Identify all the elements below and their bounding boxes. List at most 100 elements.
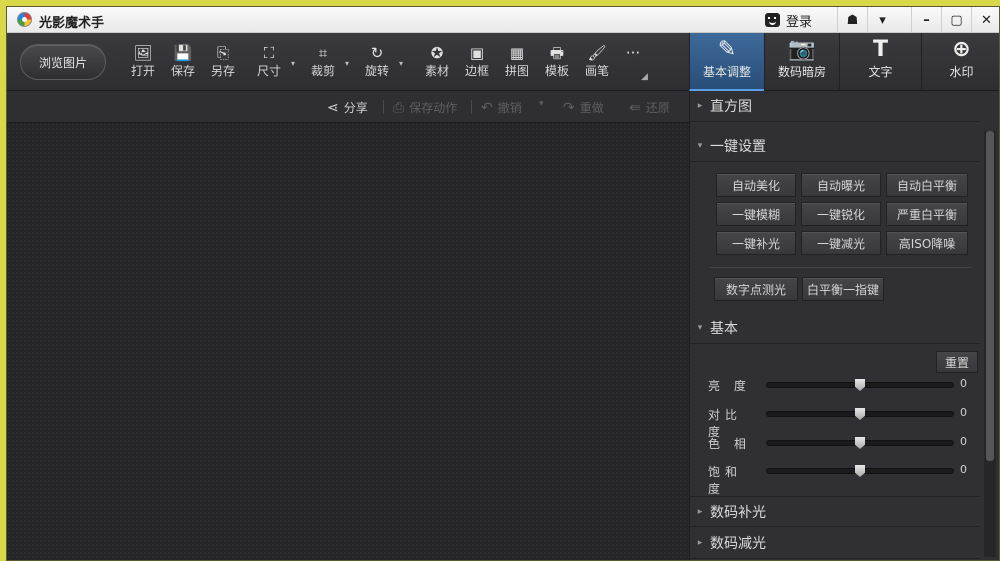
login-label: 登录 xyxy=(786,14,813,30)
watermark-icon: ⊕ xyxy=(952,37,971,62)
panel-scrollbar-thumb[interactable] xyxy=(986,131,994,461)
grid-icon: ▦ xyxy=(509,44,525,62)
close-button[interactable]: ✕ xyxy=(971,7,999,33)
app-logo-icon xyxy=(17,12,32,27)
resize-icon: ⛶ xyxy=(263,44,275,62)
brush-icon: 🖌 xyxy=(587,44,607,62)
tab-digital-darkroom[interactable]: 📷 数码暗房 xyxy=(764,33,839,91)
save-button[interactable]: 💾 保存 xyxy=(163,43,203,85)
undo-button[interactable]: ↶ 撤销 xyxy=(481,99,522,116)
expand-corner-icon[interactable]: ◢ xyxy=(641,72,648,82)
contrast-value: 0 xyxy=(960,406,967,419)
save-icon: 💾 xyxy=(173,44,193,62)
template-button[interactable]: 🖶 模板 xyxy=(537,43,577,85)
brightness-slider-thumb[interactable] xyxy=(855,379,865,391)
smiley-icon xyxy=(765,13,780,27)
reset-button[interactable]: 重置 xyxy=(936,351,978,373)
collapsed-arrow-icon: ▸ xyxy=(697,101,703,111)
star-icon: ✪ xyxy=(430,44,444,62)
expanded-arrow-icon: ▾ xyxy=(697,141,703,151)
maximize-button[interactable]: ▢ xyxy=(941,7,971,33)
reduce-light-section-header[interactable]: ▸ 数码减光 xyxy=(690,528,980,559)
one-click-section-header[interactable]: ▾ 一键设置 xyxy=(690,131,980,162)
collapsed-arrow-icon: ▸ xyxy=(697,538,703,548)
adjust-panel: ▸ 直方图 ▾ 一键设置 自动美化 自动曝光 自动白平衡 一键模糊 一键锐化 严… xyxy=(689,91,999,560)
preset-fill-light[interactable]: 一键补光 xyxy=(716,231,796,255)
crop-button[interactable]: ⌗ 裁剪 xyxy=(303,43,343,85)
preset-high-iso-denoise[interactable]: 高ISO降噪 xyxy=(886,231,968,255)
restore-button[interactable]: ⇚ 还原 xyxy=(629,99,670,116)
border-icon: ▣ xyxy=(469,44,485,62)
tab-basic-adjust[interactable]: ✎ 基本调整 xyxy=(689,33,764,91)
more-icon: ··· xyxy=(625,44,641,62)
restore-icon: ⇚ xyxy=(629,99,641,116)
hue-value: 0 xyxy=(960,435,967,448)
white-balance-pick-button[interactable]: 白平衡一指键 xyxy=(802,277,884,301)
brightness-label: 亮 度 xyxy=(708,379,751,393)
preset-blur[interactable]: 一键模糊 xyxy=(716,202,796,226)
crop-icon: ⌗ xyxy=(318,44,328,62)
undo-dropdown-arrow[interactable]: ▾ xyxy=(539,99,544,109)
saturation-value: 0 xyxy=(960,463,967,476)
save-action-button[interactable]: ⎙ 保存动作 xyxy=(393,99,457,116)
digital-spot-metering-button[interactable]: 数字点测光 xyxy=(714,277,798,301)
fill-light-section-header[interactable]: ▸ 数码补光 xyxy=(690,496,980,527)
share-icon: ⋖ xyxy=(327,99,339,116)
save-as-icon: ⎘ xyxy=(216,44,229,62)
undo-icon: ↶ xyxy=(481,99,493,116)
collage-button[interactable]: ▦ 拼图 xyxy=(497,43,537,85)
rotate-icon: ↻ xyxy=(370,44,384,62)
preset-reduce-light[interactable]: 一键减光 xyxy=(801,231,881,255)
preset-auto-white-balance[interactable]: 自动白平衡 xyxy=(886,173,968,197)
tab-text[interactable]: T 文字 xyxy=(839,33,921,91)
camera-icon: 📷 xyxy=(788,37,816,62)
action-bar: ⋖ 分享 ⎙ 保存动作 ↶ 撤销 ▾ ↷ 重做 ⇚ 还原 xyxy=(7,91,689,123)
rotate-dropdown-arrow[interactable]: ▾ xyxy=(399,59,403,68)
brightness-value: 0 xyxy=(960,377,967,390)
app-window: 光影魔术手 登录 ☗ ▾ – ▢ ✕ 浏览图片 🖼 打开 💾 保存 ⎘ 另存 ⛶… xyxy=(6,6,1000,561)
saturation-label: 饱和度 xyxy=(708,465,743,496)
app-title: 光影魔术手 xyxy=(39,16,105,31)
crop-dropdown-arrow[interactable]: ▾ xyxy=(345,59,349,68)
preset-auto-beautify[interactable]: 自动美化 xyxy=(716,173,796,197)
share-button[interactable]: ⋖ 分享 xyxy=(327,99,368,116)
text-icon: T xyxy=(872,37,888,62)
divider xyxy=(710,267,972,268)
title-bar: 光影魔术手 登录 ☗ ▾ – ▢ ✕ xyxy=(7,7,999,33)
redo-button[interactable]: ↷ 重做 xyxy=(563,99,604,116)
image-canvas[interactable] xyxy=(7,123,689,560)
save-action-icon: ⎙ xyxy=(393,99,405,116)
skin-button[interactable]: ☗ xyxy=(837,7,867,33)
menu-button[interactable]: ▾ xyxy=(867,7,897,33)
panel-scrollbar[interactable] xyxy=(984,131,996,557)
border-button[interactable]: ▣ 边框 xyxy=(457,43,497,85)
hue-slider-thumb[interactable] xyxy=(855,437,865,449)
saturation-slider-thumb[interactable] xyxy=(855,465,865,477)
expanded-arrow-icon: ▾ xyxy=(697,323,703,333)
browse-images-button[interactable]: 浏览图片 xyxy=(20,44,106,80)
size-button[interactable]: ⛶ 尺寸 xyxy=(249,43,289,85)
tab-watermark[interactable]: ⊕ 水印 xyxy=(921,33,999,91)
size-dropdown-arrow[interactable]: ▾ xyxy=(291,59,295,68)
save-as-button[interactable]: ⎘ 另存 xyxy=(203,43,243,85)
collapsed-arrow-icon: ▸ xyxy=(697,506,703,517)
hue-label: 色 相 xyxy=(708,437,751,451)
open-button[interactable]: 🖼 打开 xyxy=(123,43,163,85)
printer-icon: 🖶 xyxy=(549,44,565,62)
preset-severe-white-balance[interactable]: 严重白平衡 xyxy=(886,202,968,226)
rotate-button[interactable]: ↻ 旋转 xyxy=(357,43,397,85)
redo-icon: ↷ xyxy=(563,99,575,116)
login-button[interactable]: 登录 xyxy=(757,7,837,33)
material-button[interactable]: ✪ 素材 xyxy=(417,43,457,85)
histogram-section-header[interactable]: ▸ 直方图 xyxy=(690,91,980,122)
contrast-slider-thumb[interactable] xyxy=(855,408,865,420)
brush-button[interactable]: 🖌 画笔 xyxy=(577,43,617,85)
separator xyxy=(471,100,472,114)
open-image-icon: 🖼 xyxy=(133,44,153,62)
basic-section-header[interactable]: ▾ 基本 xyxy=(690,313,980,344)
separator xyxy=(383,100,384,114)
minimize-button[interactable]: – xyxy=(911,7,941,33)
edit-icon: ✎ xyxy=(717,37,737,62)
preset-auto-exposure[interactable]: 自动曝光 xyxy=(801,173,881,197)
preset-sharpen[interactable]: 一键锐化 xyxy=(801,202,881,226)
